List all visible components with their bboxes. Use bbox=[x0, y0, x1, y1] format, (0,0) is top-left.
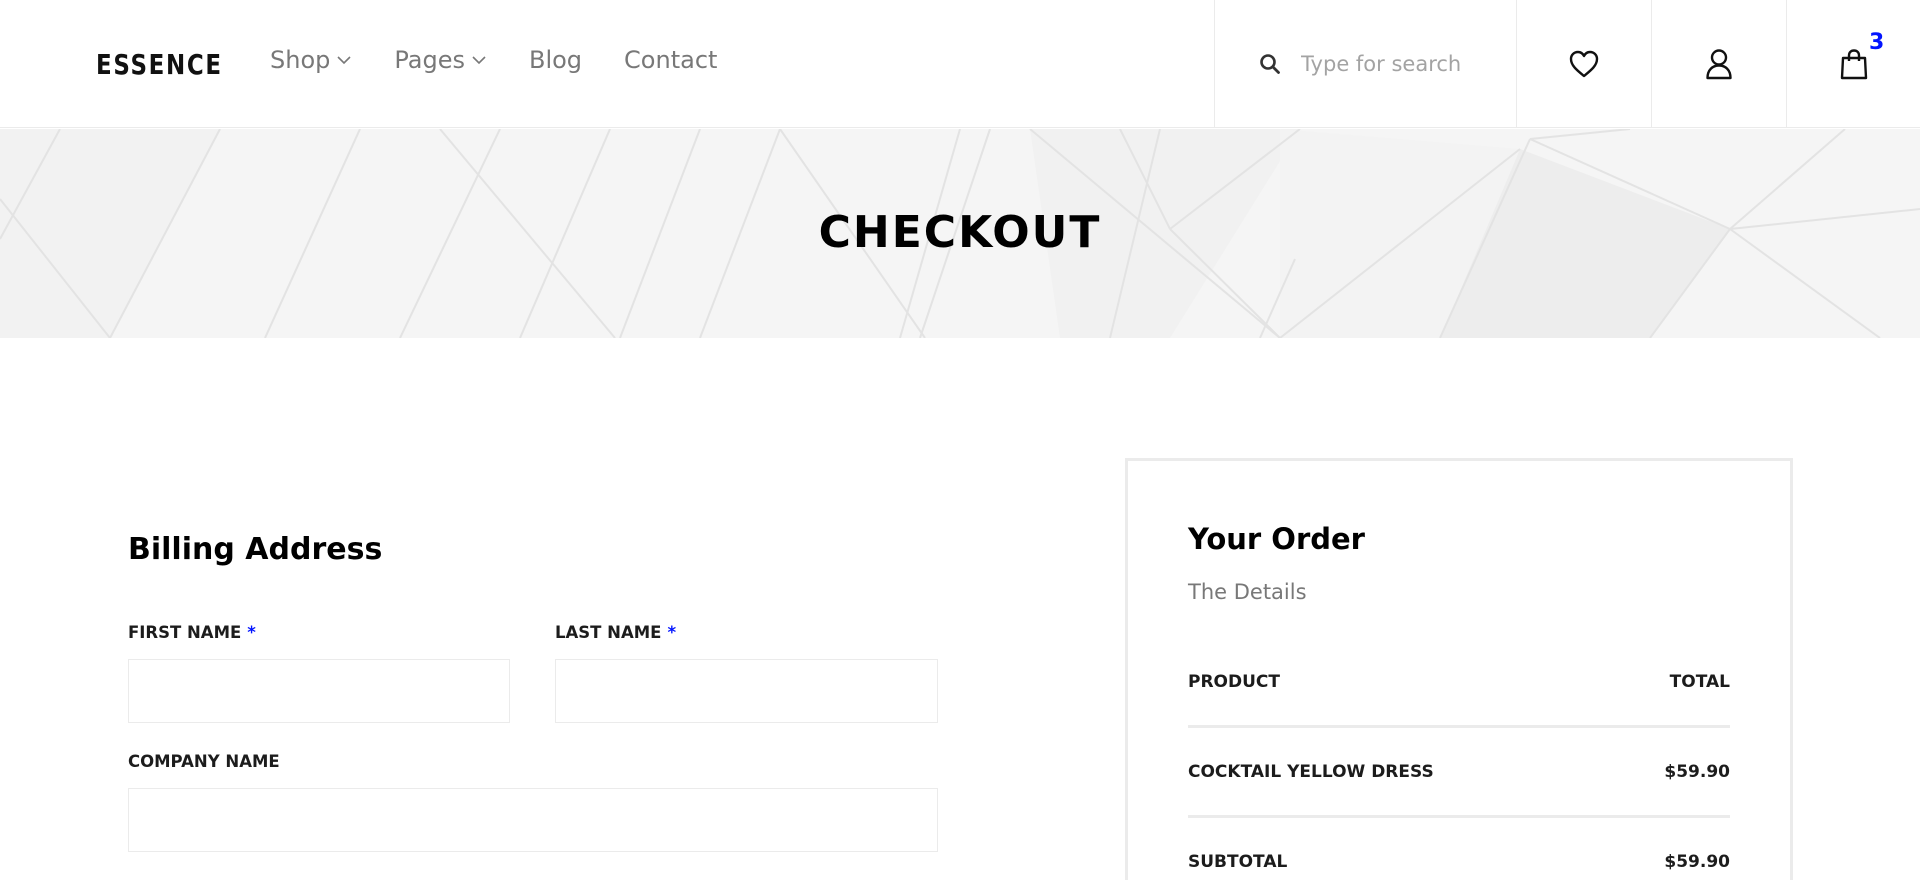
first-name-label: FIRST NAME * bbox=[128, 623, 256, 642]
search-box bbox=[1214, 0, 1516, 128]
order-subtotal-row: SUBTOTAL $59.90 bbox=[1188, 852, 1730, 872]
field-label-text: LAST NAME bbox=[555, 623, 662, 642]
account-button[interactable] bbox=[1651, 0, 1786, 128]
field-label-text: FIRST NAME bbox=[128, 623, 242, 642]
subtotal-value: $59.90 bbox=[1664, 852, 1730, 872]
required-marker: * bbox=[247, 623, 256, 642]
field-label-text: COMPANY NAME bbox=[128, 752, 280, 771]
nav-item-label: Pages bbox=[394, 46, 465, 74]
cart-button[interactable]: 3 bbox=[1786, 0, 1920, 128]
main-nav: Shop Pages Blog Contact bbox=[270, 46, 759, 74]
required-marker: * bbox=[667, 623, 677, 642]
company-name-label: COMPANY NAME bbox=[128, 752, 280, 771]
shopping-bag-icon bbox=[1840, 49, 1868, 80]
nav-item-blog[interactable]: Blog bbox=[529, 46, 582, 74]
nav-item-shop[interactable]: Shop bbox=[270, 46, 352, 74]
brand-logo[interactable]: ESSENCE bbox=[96, 48, 223, 81]
total-column-header: TOTAL bbox=[1669, 672, 1730, 692]
divider bbox=[1188, 815, 1730, 818]
order-item-row: COCKTAIL YELLOW DRESS $59.90 bbox=[1188, 762, 1730, 782]
last-name-label: LAST NAME * bbox=[555, 623, 676, 642]
order-item-name: COCKTAIL YELLOW DRESS bbox=[1188, 762, 1434, 782]
chevron-down-icon bbox=[337, 56, 351, 65]
search-icon[interactable] bbox=[1259, 53, 1281, 75]
product-column-header: PRODUCT bbox=[1188, 672, 1280, 692]
chevron-down-icon bbox=[472, 56, 486, 65]
site-header: ESSENCE Shop Pages Blog Contact Type for… bbox=[0, 0, 1920, 128]
company-name-field[interactable] bbox=[128, 788, 938, 852]
nav-item-pages[interactable]: Pages bbox=[394, 46, 487, 74]
cart-count-badge: 3 bbox=[1869, 30, 1885, 55]
wishlist-button[interactable] bbox=[1516, 0, 1651, 128]
last-name-field[interactable] bbox=[555, 659, 938, 723]
heart-icon bbox=[1569, 50, 1599, 78]
order-header-row: PRODUCT TOTAL bbox=[1188, 672, 1730, 692]
page-title: CHECKOUT bbox=[818, 207, 1102, 258]
nav-item-label: Shop bbox=[270, 46, 331, 74]
order-title: Your Order bbox=[1188, 522, 1365, 556]
billing-title: Billing Address bbox=[128, 532, 383, 567]
nav-item-label: Blog bbox=[528, 46, 583, 74]
user-icon bbox=[1706, 49, 1732, 80]
nav-item-label: Contact bbox=[624, 46, 718, 74]
subtotal-label: SUBTOTAL bbox=[1188, 852, 1288, 872]
page-banner: CHECKOUT bbox=[0, 129, 1920, 338]
first-name-field[interactable] bbox=[128, 659, 510, 723]
divider bbox=[1188, 725, 1730, 728]
order-item-price: $59.90 bbox=[1664, 762, 1730, 782]
search-input[interactable] bbox=[1301, 52, 1501, 76]
order-subtitle: The Details bbox=[1188, 580, 1307, 604]
nav-item-contact[interactable]: Contact bbox=[624, 46, 717, 74]
